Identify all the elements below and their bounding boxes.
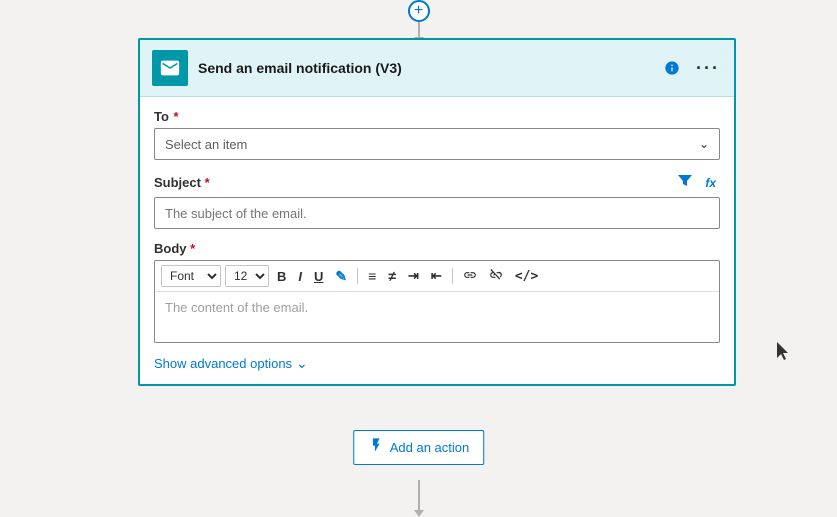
filter-icon-button[interactable] (673, 172, 697, 193)
fx-icon: fx (705, 176, 716, 190)
arrow-down-icon (414, 510, 424, 517)
subject-required-marker: * (201, 175, 210, 190)
card-title: Send an email notification (V3) (198, 60, 648, 76)
subject-icons: fx (673, 172, 720, 193)
unlink-button[interactable] (485, 266, 507, 287)
rich-editor: Font 12 B I U ✎ ≡ ≠ (154, 260, 720, 343)
subject-field-group: Subject * fx (154, 172, 720, 229)
ellipsis-icon: ··· (696, 58, 720, 79)
body-label: Body * (154, 241, 720, 256)
more-options-button[interactable]: ··· (694, 54, 722, 82)
body-editor-content[interactable]: The content of the email. (155, 292, 719, 342)
card-body: To * Select an item ⌄ Subject * (140, 97, 734, 384)
info-icon (664, 60, 680, 76)
lightning-icon (368, 437, 384, 453)
font-size-select[interactable]: 12 (225, 265, 269, 287)
action-card: Send an email notification (V3) ··· To * (138, 38, 736, 386)
subject-input[interactable] (154, 197, 720, 229)
link-icon (463, 268, 477, 282)
email-icon (159, 57, 181, 79)
add-step-button[interactable]: + (408, 0, 430, 22)
subject-row: Subject * fx (154, 172, 720, 193)
indent-decrease-icon: ⇥ (408, 268, 419, 283)
chevron-down-icon: ⌄ (699, 137, 709, 151)
unordered-list-icon: ≡ (368, 268, 376, 284)
highlight-button[interactable]: ✎ (331, 266, 351, 287)
info-button[interactable] (658, 54, 686, 82)
to-required-marker: * (170, 109, 179, 124)
connector-line-bottom (418, 480, 420, 510)
cursor (777, 342, 789, 360)
unordered-list-button[interactable]: ≡ (364, 266, 380, 286)
connector-line-top (418, 22, 420, 38)
show-advanced-options-button[interactable]: Show advanced options ⌄ (154, 355, 308, 372)
italic-button[interactable]: I (294, 267, 306, 286)
subject-label: Subject * (154, 175, 667, 190)
indent-increase-icon: ⇤ (431, 268, 442, 283)
advanced-options-label: Show advanced options (154, 356, 292, 371)
chevron-down-icon-advanced: ⌄ (296, 355, 308, 372)
bold-button[interactable]: B (273, 267, 290, 286)
font-select[interactable]: Font (161, 265, 221, 287)
add-action-section: Add an action (353, 430, 485, 465)
email-icon-box (152, 50, 188, 86)
indent-increase-button[interactable]: ⇤ (427, 266, 446, 286)
expression-button[interactable]: fx (701, 172, 720, 193)
advanced-options-section: Show advanced options ⌄ (154, 355, 720, 372)
to-dropdown[interactable]: Select an item ⌄ (154, 128, 720, 160)
add-action-button[interactable]: Add an action (353, 430, 485, 465)
add-action-icon (368, 437, 384, 458)
to-field-group: To * Select an item ⌄ (154, 109, 720, 160)
ordered-list-icon: ≠ (388, 268, 396, 284)
ordered-list-button[interactable]: ≠ (384, 266, 400, 286)
connector-bottom (414, 480, 424, 517)
toolbar-divider-2 (452, 268, 453, 284)
body-field-group: Body * Font 12 B I U ✎ (154, 241, 720, 343)
card-header: Send an email notification (V3) ··· (140, 40, 734, 97)
underline-button[interactable]: U (310, 267, 327, 286)
link-button[interactable] (459, 266, 481, 287)
code-button[interactable]: </> (511, 267, 542, 286)
to-label: To * (154, 109, 720, 124)
toolbar-divider-1 (357, 268, 358, 284)
editor-toolbar: Font 12 B I U ✎ ≡ ≠ (155, 261, 719, 292)
unlink-icon (489, 268, 503, 282)
body-placeholder: The content of the email. (165, 300, 308, 315)
indent-decrease-button[interactable]: ⇥ (404, 266, 423, 286)
to-placeholder: Select an item (165, 137, 247, 152)
card-header-actions: ··· (658, 54, 722, 82)
add-action-label: Add an action (390, 440, 470, 455)
filter-icon (677, 174, 693, 188)
body-required-marker: * (187, 241, 196, 256)
